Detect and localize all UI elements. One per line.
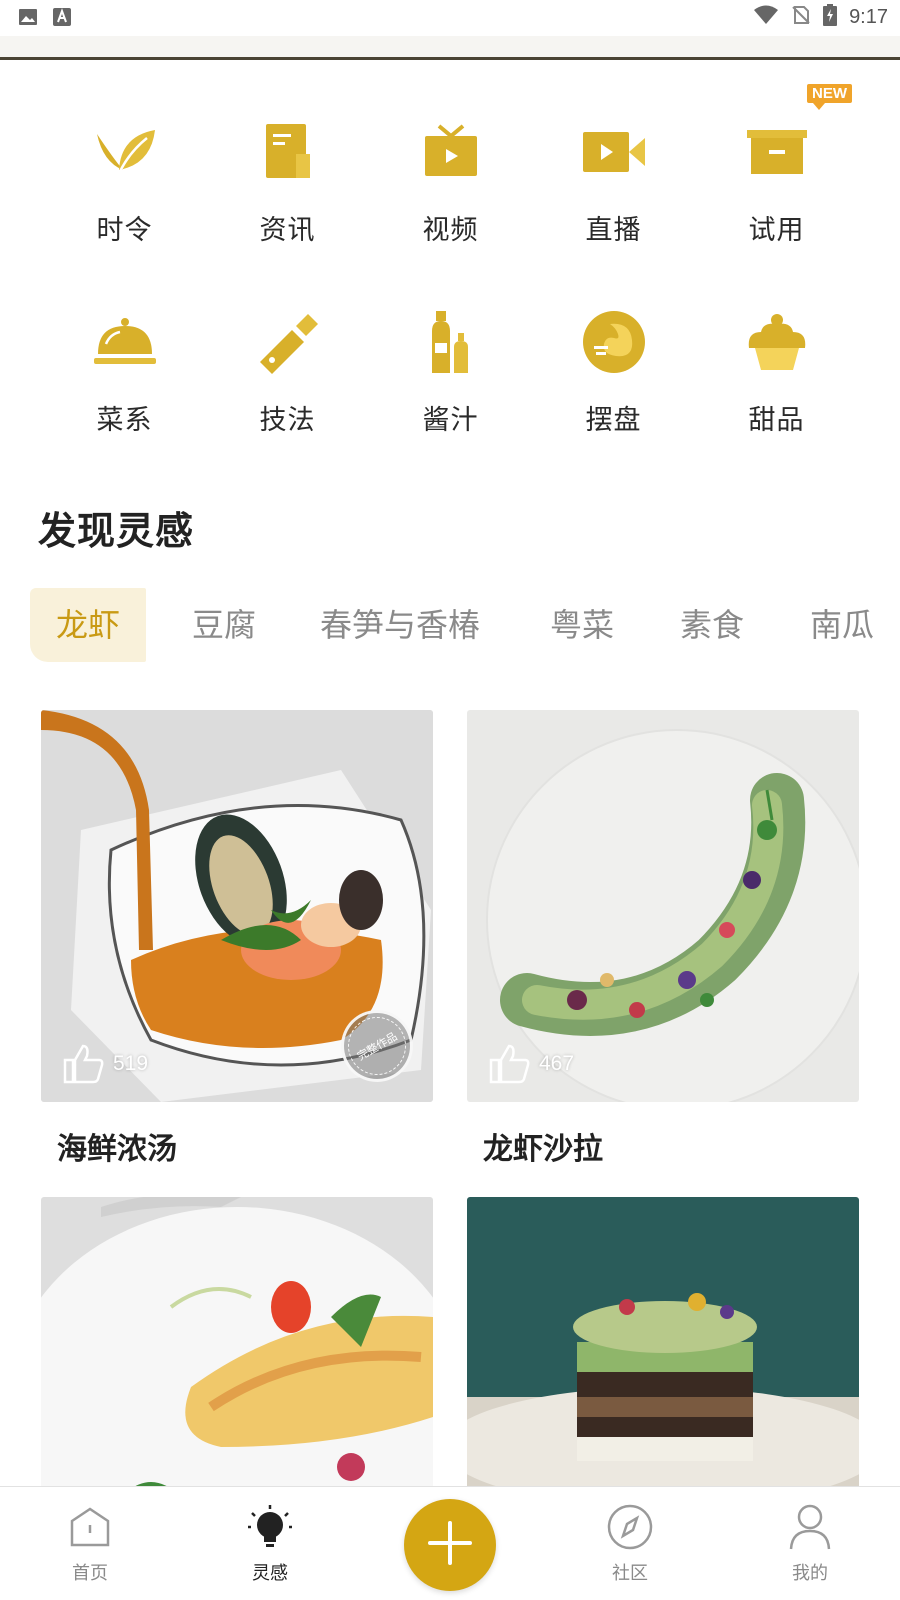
nav-home[interactable]: 首页	[30, 1487, 150, 1600]
category-label: 甜品	[748, 405, 805, 436]
compass-icon	[606, 1503, 654, 1551]
leaf-icon	[89, 116, 161, 188]
category-zixun[interactable]: 资讯	[206, 110, 369, 300]
section-title: 发现灵感	[38, 509, 195, 553]
recipe-image[interactable]: 467	[467, 710, 859, 1102]
category-tianpin[interactable]: 甜品	[695, 300, 858, 490]
nav-label: 社区	[612, 1563, 648, 1584]
news-icon	[252, 116, 324, 188]
category-baipan[interactable]: 摆盘	[532, 300, 695, 490]
category-label: 资讯	[259, 215, 316, 246]
tag-lobster[interactable]: 龙虾	[30, 588, 147, 662]
home-icon	[66, 1503, 114, 1551]
likes[interactable]: 467	[489, 1044, 574, 1084]
battery-charging-icon	[823, 4, 838, 30]
tag-bar[interactable]: 龙虾 豆腐 春笋与香椿 粤菜 素食 南瓜	[30, 588, 900, 662]
cloche-icon	[89, 306, 161, 378]
likes-count: 467	[539, 1052, 575, 1075]
category-zhibo[interactable]: 直播	[532, 110, 695, 300]
status-time: 9:17	[849, 5, 888, 28]
recipe-title[interactable]: 海鲜浓汤	[57, 1124, 433, 1168]
nav-community[interactable]: 社区	[570, 1487, 690, 1600]
new-badge: NEW	[807, 84, 852, 110]
thumbs-up-icon[interactable]	[489, 1044, 531, 1084]
cupcake-icon	[741, 306, 813, 378]
category-jifa[interactable]: 技法	[206, 300, 369, 490]
complete-work-stamp: 完整作品	[337, 1006, 417, 1086]
category-caixi[interactable]: 菜系	[43, 300, 206, 490]
category-label: 试用	[748, 215, 805, 246]
nav-mine[interactable]: 我的	[750, 1487, 870, 1600]
box-icon	[741, 116, 813, 188]
category-shiyong[interactable]: NEW 试用	[695, 84, 858, 300]
sauce-bottles-icon	[415, 306, 487, 378]
likes[interactable]: 519	[63, 1044, 148, 1084]
category-label: 摆盘	[585, 405, 642, 436]
recipe-card[interactable]: 519 完整作品 海鲜浓汤	[41, 710, 433, 1168]
recipe-card[interactable]: 467 龙虾沙拉	[467, 710, 859, 1168]
category-label: 时令	[96, 215, 153, 246]
tag-vegetarian[interactable]: 素食	[680, 588, 744, 662]
recipe-image[interactable]: 519 完整作品	[41, 710, 433, 1102]
user-icon	[786, 1503, 834, 1551]
nav-label: 灵感	[252, 1563, 288, 1584]
category-shipin[interactable]: 视频	[369, 110, 532, 300]
category-label: 视频	[422, 215, 479, 246]
nav-label: 我的	[792, 1563, 828, 1584]
category-label: 技法	[259, 405, 316, 436]
video-camera-icon	[578, 116, 650, 188]
text-a-icon	[52, 7, 72, 27]
category-label: 直播	[585, 215, 642, 246]
tag-tofu[interactable]: 豆腐	[192, 588, 256, 662]
image-icon	[18, 7, 38, 27]
tag-bamboo-shoots[interactable]: 春笋与香椿	[320, 588, 480, 662]
recipe-title[interactable]: 龙虾沙拉	[483, 1124, 859, 1168]
banner-bottom-edge	[0, 36, 900, 60]
nav-inspiration[interactable]: 灵感	[210, 1487, 330, 1600]
nav-label: 首页	[72, 1563, 108, 1584]
plate-icon	[578, 306, 650, 378]
tv-play-icon	[415, 116, 487, 188]
category-shiling[interactable]: 时令	[43, 110, 206, 300]
category-jiangzhi[interactable]: 酱汁	[369, 300, 532, 490]
category-label: 酱汁	[422, 405, 479, 436]
plus-icon	[428, 1521, 472, 1569]
tag-cantonese[interactable]: 粤菜	[550, 588, 614, 662]
lightbulb-icon	[246, 1503, 294, 1551]
no-sim-icon	[791, 5, 811, 29]
category-label: 菜系	[96, 405, 153, 436]
likes-count: 519	[113, 1052, 149, 1075]
bottom-nav: 首页 灵感 社区 我的	[0, 1486, 900, 1600]
tag-pumpkin[interactable]: 南瓜	[810, 588, 874, 662]
wifi-icon	[753, 5, 779, 29]
status-bar: 9:17	[0, 0, 900, 36]
add-button[interactable]	[404, 1499, 496, 1591]
cleaver-icon	[252, 306, 324, 378]
category-grid: 时令 资讯 视频 直播 NEW 试用 菜系 技法 酱汁 摆盘 甜品	[43, 84, 858, 490]
thumbs-up-icon[interactable]	[63, 1044, 105, 1084]
